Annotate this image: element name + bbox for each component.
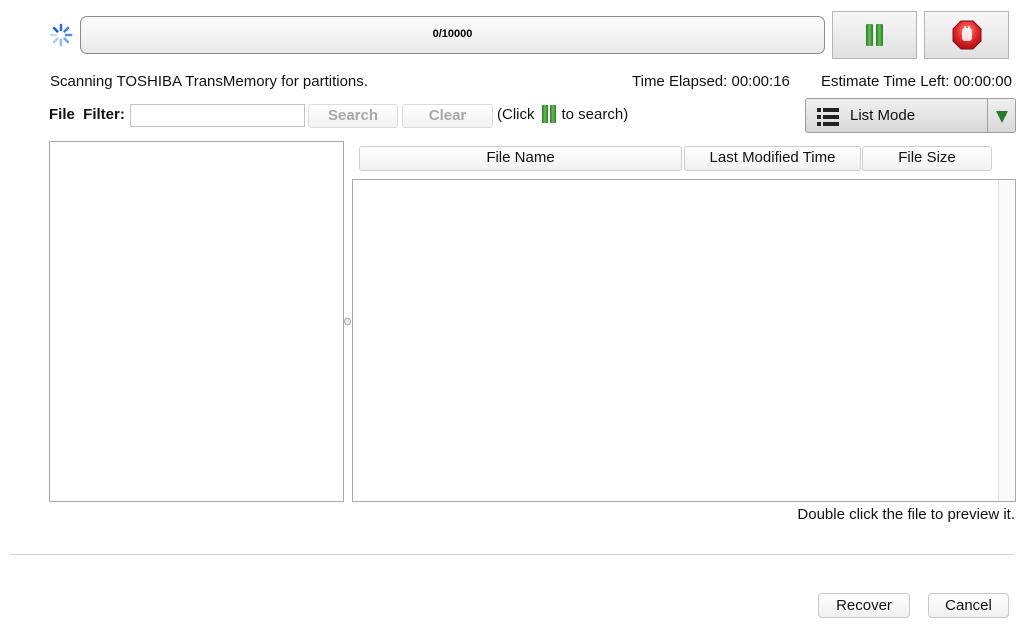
search-hint: (Click to search) bbox=[497, 105, 628, 123]
file-list-panel[interactable] bbox=[352, 179, 1016, 502]
progress-text: 0/10000 bbox=[432, 28, 473, 40]
file-filter-input[interactable] bbox=[130, 104, 305, 127]
vertical-scrollbar[interactable] bbox=[998, 180, 1015, 501]
column-header-file-name[interactable]: File Name bbox=[359, 146, 682, 171]
loading-spinner-icon bbox=[49, 23, 73, 47]
column-header-last-modified[interactable]: Last Modified Time bbox=[684, 146, 861, 171]
time-left-estimate: Estimate Time Left: 00:00:00 bbox=[821, 73, 1012, 90]
time-elapsed: Time Elapsed: 00:00:16 bbox=[632, 73, 790, 90]
scan-status-text: Scanning TOSHIBA TransMemory for partiti… bbox=[50, 73, 368, 90]
scan-progress-bar: 0/10000 bbox=[80, 16, 825, 54]
partition-tree-panel[interactable] bbox=[49, 141, 344, 502]
pause-icon bbox=[541, 105, 556, 123]
pause-button[interactable] bbox=[832, 11, 917, 59]
search-hint-prefix: (Click bbox=[497, 105, 535, 123]
cancel-button[interactable]: Cancel bbox=[928, 593, 1009, 618]
stop-button[interactable] bbox=[924, 11, 1009, 59]
view-mode-label: List Mode bbox=[850, 107, 916, 124]
search-button[interactable]: Search bbox=[308, 104, 398, 128]
panel-splitter-handle[interactable] bbox=[344, 317, 351, 326]
divider bbox=[10, 554, 1014, 555]
view-mode-dropdown[interactable]: List Mode bbox=[805, 98, 1016, 133]
pause-icon bbox=[866, 24, 883, 46]
preview-hint: Double click the file to preview it. bbox=[797, 506, 1015, 523]
recover-button[interactable]: Recover bbox=[818, 593, 910, 618]
file-filter-label: File Filter: bbox=[49, 106, 125, 123]
dropdown-divider bbox=[987, 99, 988, 132]
clear-button[interactable]: Clear bbox=[402, 104, 493, 128]
search-hint-suffix: to search) bbox=[561, 105, 629, 123]
stop-icon bbox=[952, 20, 981, 50]
column-header-file-size[interactable]: File Size bbox=[862, 146, 992, 171]
chevron-down-icon bbox=[996, 111, 1008, 123]
list-icon bbox=[817, 108, 839, 126]
